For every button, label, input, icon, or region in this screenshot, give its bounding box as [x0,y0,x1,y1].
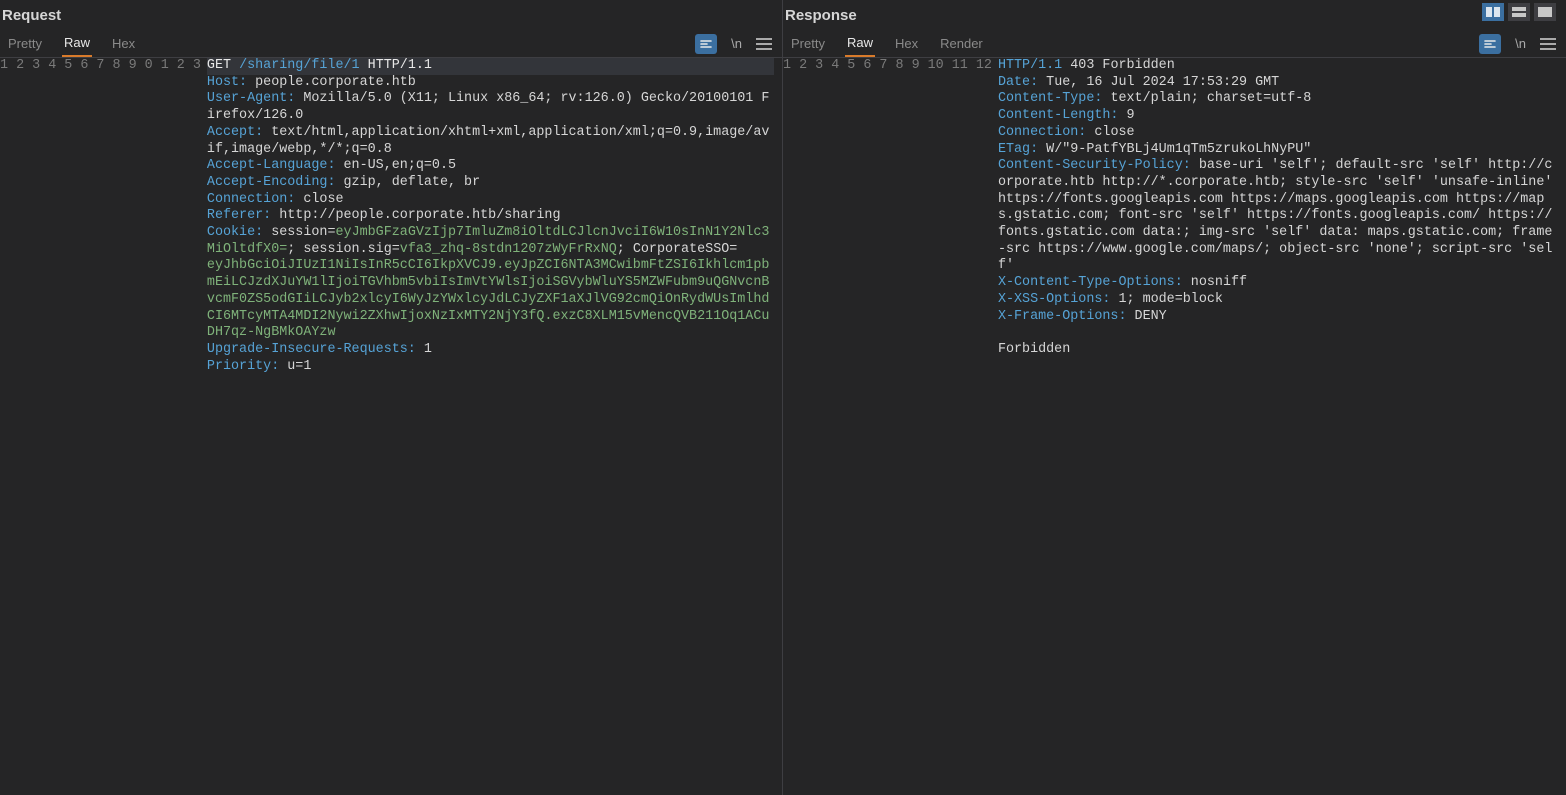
response-tab-hex[interactable]: Hex [893,30,920,57]
response-tab-row: Pretty Raw Hex Render \n [783,30,1566,58]
request-tab-raw[interactable]: Raw [62,30,92,57]
request-beautify-button[interactable] [695,34,717,54]
response-viewer[interactable]: 1 2 3 4 5 6 7 8 9 10 11 12 HTTP/1.1 403 … [783,58,1566,795]
layout-split-vertical-button[interactable] [1482,3,1504,21]
request-tab-pretty[interactable]: Pretty [6,30,44,57]
response-tab-render[interactable]: Render [938,30,985,57]
request-title: Request [0,0,782,30]
request-tab-hex[interactable]: Hex [110,30,137,57]
response-title: Response [783,0,1566,30]
request-newline-toggle[interactable]: \n [731,36,742,51]
response-newline-toggle[interactable]: \n [1515,36,1526,51]
layout-split-horizontal-button[interactable] [1508,3,1530,21]
request-menu-icon[interactable] [756,38,772,50]
response-menu-icon[interactable] [1540,38,1556,50]
response-tab-raw[interactable]: Raw [845,30,875,57]
request-tab-row: Pretty Raw Hex \n [0,30,782,58]
response-beautify-button[interactable] [1479,34,1501,54]
response-tab-pretty[interactable]: Pretty [789,30,827,57]
response-pane: Response Pretty Raw Hex Render \n 1 2 3 4 5… [783,0,1566,795]
layout-buttons [1482,3,1556,21]
layout-single-button[interactable] [1534,3,1556,21]
request-pane: Request Pretty Raw Hex \n 1 2 3 4 5 6 7 8 … [0,0,783,795]
request-editor[interactable]: 1 2 3 4 5 6 7 8 9 0 1 2 3 GET /sharing/f… [0,58,782,795]
